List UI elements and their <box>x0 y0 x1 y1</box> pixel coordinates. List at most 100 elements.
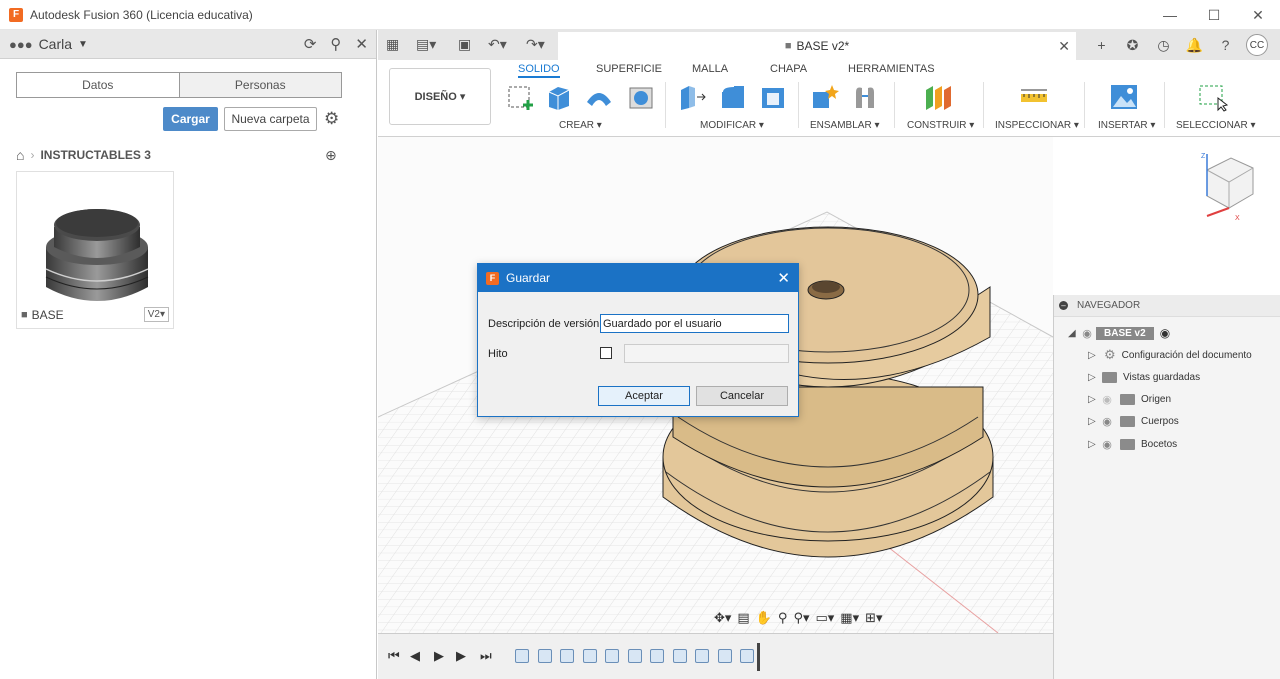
timeline-feature[interactable] <box>740 649 754 663</box>
fillet-icon[interactable] <box>718 82 748 112</box>
measure-icon[interactable] <box>1019 82 1049 112</box>
timeline-feature[interactable] <box>605 649 619 663</box>
team-icon[interactable]: ●●● <box>9 37 33 52</box>
navigator-header[interactable]: – NAVEGADOR <box>1054 295 1280 317</box>
timeline-feature[interactable] <box>673 649 687 663</box>
display-settings-icon[interactable]: ▭▾ <box>815 610 834 626</box>
design-thumbnail-card[interactable]: ■ BASE V2▾ <box>16 171 174 329</box>
maximize-button[interactable]: ☐ <box>1192 0 1236 30</box>
upload-button[interactable]: Cargar <box>163 107 218 131</box>
close-window-button[interactable]: ✕ <box>1236 0 1280 30</box>
new-component-icon[interactable] <box>810 82 840 112</box>
look-at-icon[interactable]: ▤ <box>737 610 749 626</box>
tab-personas[interactable]: Personas <box>178 73 341 97</box>
timeline-marker[interactable] <box>757 643 760 671</box>
job-status-icon[interactable]: ◷ <box>1153 37 1174 54</box>
press-pull-icon[interactable] <box>677 82 707 112</box>
select-icon[interactable] <box>1198 82 1228 112</box>
cancel-button[interactable]: Cancelar <box>696 386 788 406</box>
ok-button[interactable]: Aceptar <box>598 386 690 406</box>
new-folder-button[interactable]: Nueva carpeta <box>224 107 317 131</box>
shell-icon[interactable] <box>758 82 788 112</box>
tab-malla[interactable]: MALLA <box>692 63 728 75</box>
sphere-icon[interactable] <box>626 82 656 112</box>
close-panel-icon[interactable]: ✕ <box>355 35 368 53</box>
step-forward-icon[interactable]: ▶ <box>456 648 466 664</box>
version-description-input[interactable] <box>600 314 789 333</box>
help-icon[interactable]: ? <box>1215 37 1236 53</box>
navigator-root[interactable]: ◢ ◉ BASE v2 ◉ <box>1068 323 1170 343</box>
chevron-down-icon[interactable]: ▼ <box>78 39 88 50</box>
file-icon[interactable]: ▤▾ <box>416 36 436 53</box>
step-back-icon[interactable]: ◀ <box>410 648 420 664</box>
nav-item-document-settings[interactable]: ▷ ⚙ Configuración del documento <box>1088 345 1252 365</box>
gear-icon[interactable]: ⚙ <box>324 109 339 129</box>
pan-icon[interactable]: ✋ <box>756 610 772 626</box>
search-icon[interactable]: ⚲ <box>330 35 341 53</box>
timeline-feature[interactable] <box>583 649 597 663</box>
timeline-feature[interactable] <box>718 649 732 663</box>
triangle-right-icon[interactable]: ▷ <box>1088 372 1098 383</box>
group-construir[interactable]: CONSTRUIR ▾ <box>907 120 974 131</box>
extrude-icon[interactable] <box>544 82 574 112</box>
view-cube[interactable]: Z X <box>1195 150 1265 222</box>
avatar[interactable]: CC <box>1246 34 1268 56</box>
timeline-feature[interactable] <box>560 649 574 663</box>
activate-icon[interactable]: ◉ <box>1160 326 1170 340</box>
triangle-right-icon[interactable]: ▷ <box>1088 439 1098 450</box>
notifications-icon[interactable]: 🔔 <box>1184 37 1205 54</box>
nav-item-bodies[interactable]: ▷ ◉ Cuerpos <box>1088 411 1179 431</box>
timeline-feature[interactable] <box>628 649 642 663</box>
grid-menu-icon[interactable]: ▦ <box>386 36 399 53</box>
group-insertar[interactable]: INSERTAR ▾ <box>1098 120 1155 131</box>
user-name[interactable]: Carla <box>39 36 72 52</box>
version-dropdown[interactable]: V2▾ <box>143 307 169 322</box>
refresh-icon[interactable]: ⟳ <box>304 35 317 53</box>
triangle-right-icon[interactable]: ▷ <box>1088 350 1098 361</box>
timeline-feature[interactable] <box>538 649 552 663</box>
insert-image-icon[interactable] <box>1109 82 1139 112</box>
timeline-feature[interactable] <box>650 649 664 663</box>
fit-icon[interactable]: ⚲▾ <box>793 610 809 626</box>
eye-icon[interactable]: ◉ <box>1098 438 1116 451</box>
offset-plane-icon[interactable] <box>923 82 953 112</box>
tab-solido[interactable]: SOLIDO <box>518 63 560 78</box>
zoom-icon[interactable]: ⚲ <box>778 610 788 626</box>
minimize-button[interactable]: — <box>1148 0 1192 30</box>
eye-icon[interactable]: ◉ <box>1078 327 1096 340</box>
close-icon[interactable]: ✕ <box>777 269 790 287</box>
group-ensamblar[interactable]: ENSAMBLAR ▾ <box>810 120 879 131</box>
project-name[interactable]: INSTRUCTABLES 3 <box>40 148 150 162</box>
triangle-right-icon[interactable]: ▷ <box>1088 416 1098 427</box>
group-inspeccionar[interactable]: INSPECCIONAR ▾ <box>995 120 1079 131</box>
timeline-feature[interactable] <box>695 649 709 663</box>
group-seleccionar[interactable]: SELECCIONAR ▾ <box>1176 120 1255 131</box>
milestone-checkbox[interactable] <box>600 347 612 359</box>
joint-icon[interactable] <box>850 82 880 112</box>
document-tab[interactable]: ■ BASE v2* ✕ <box>558 32 1076 60</box>
globe-icon[interactable]: ⊕ <box>325 147 337 164</box>
dialog-title-bar[interactable]: F Guardar ✕ <box>478 264 798 292</box>
collapse-icon[interactable]: – <box>1059 301 1068 310</box>
triangle-right-icon[interactable]: ▷ <box>1088 394 1098 405</box>
nav-item-sketches[interactable]: ▷ ◉ Bocetos <box>1088 434 1177 454</box>
workspace-selector[interactable]: DISEÑO ▾ <box>389 68 491 125</box>
orbit-icon[interactable]: ✥▾ <box>714 610 731 626</box>
timeline-feature[interactable] <box>515 649 529 663</box>
triangle-down-icon[interactable]: ◢ <box>1068 328 1078 339</box>
tab-chapa[interactable]: CHAPA <box>770 63 807 75</box>
redo-icon[interactable]: ↷▾ <box>526 36 545 53</box>
eye-icon[interactable]: ◉ <box>1098 415 1116 428</box>
go-to-end-icon[interactable]: ⏭ <box>480 648 492 664</box>
nav-item-saved-views[interactable]: ▷ Vistas guardadas <box>1088 367 1200 387</box>
home-icon[interactable]: ⌂ <box>16 147 24 163</box>
go-to-start-icon[interactable]: ⏮ <box>388 648 400 664</box>
tab-datos[interactable]: Datos <box>17 73 179 97</box>
viewports-icon[interactable]: ⊞▾ <box>865 610 882 626</box>
group-modificar[interactable]: MODIFICAR ▾ <box>700 120 764 131</box>
eye-hidden-icon[interactable]: ◉ <box>1098 393 1116 406</box>
extensions-icon[interactable]: ✪ <box>1122 37 1143 54</box>
close-tab-icon[interactable]: ✕ <box>1058 38 1070 55</box>
save-icon[interactable]: ▣ <box>458 36 471 53</box>
group-crear[interactable]: CREAR ▾ <box>559 120 602 131</box>
